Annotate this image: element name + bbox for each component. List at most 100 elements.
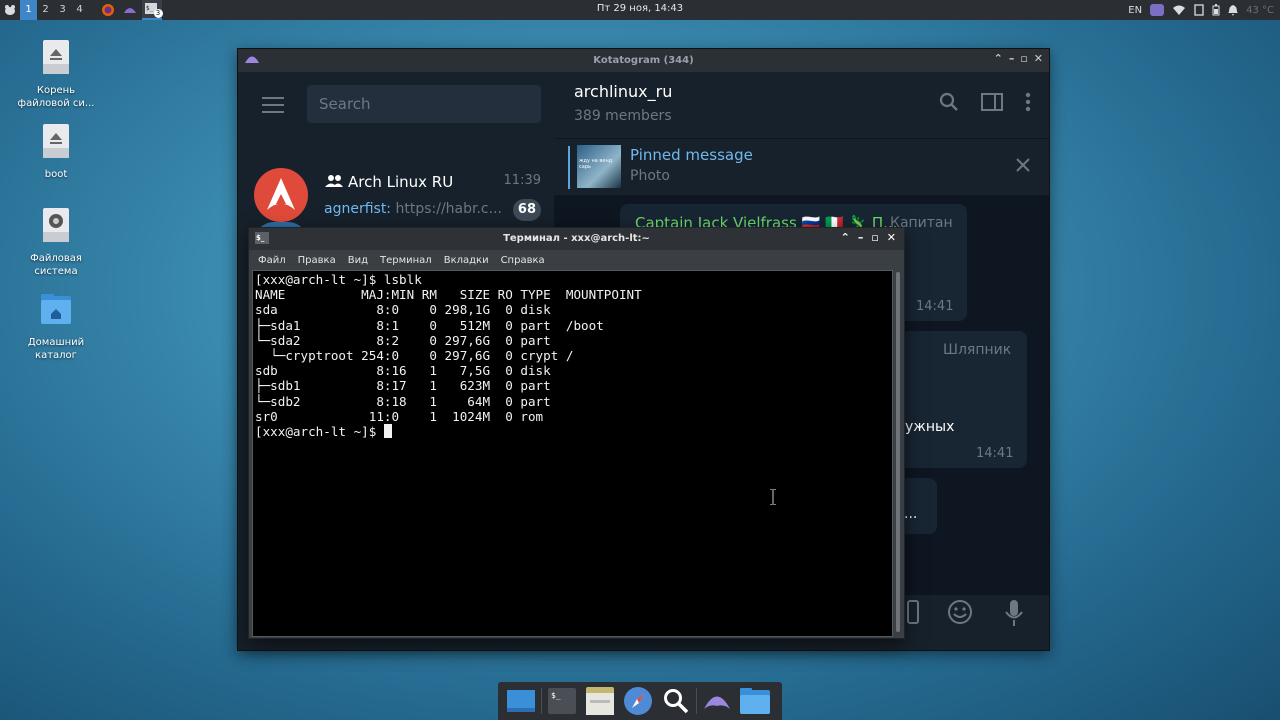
dock-app-finder[interactable]: [657, 682, 695, 720]
show-desktop-button[interactable]: [502, 682, 540, 720]
message-bubble[interactable]: ...: [900, 478, 937, 534]
window-title: Терминал - xxx@arch-lt:~: [503, 233, 650, 244]
dock-separator: [696, 688, 697, 714]
battery-icon[interactable]: [1212, 4, 1220, 16]
message-time: 14:41: [976, 446, 1014, 461]
temperature: 43 °C: [1246, 4, 1274, 16]
dock-file-manager[interactable]: [581, 682, 619, 720]
dock-web-browser[interactable]: [619, 682, 657, 720]
chat-header[interactable]: archlinux_ru 389 members: [554, 72, 1049, 138]
pinned-title: Pinned message: [630, 146, 753, 164]
terminal-line: └─sdb2 8:18 1 64M 0 part: [255, 393, 551, 409]
menu-edit[interactable]: Правка: [298, 255, 336, 266]
microphone-icon[interactable]: [1004, 599, 1024, 627]
desktop-icon-root-filesystem[interactable]: Корень файловой си...: [11, 40, 101, 110]
member-count: 389 members: [574, 108, 672, 124]
whisker-menu-icon[interactable]: [0, 0, 20, 20]
workspace-2[interactable]: 2: [37, 0, 54, 20]
group-icon: [325, 175, 343, 187]
workspace-1[interactable]: 1: [20, 0, 37, 20]
close-icon[interactable]: [1015, 157, 1031, 173]
terminal-prompt-line: [xxx@arch-lt ~]$: [255, 423, 890, 439]
message-text: ...: [904, 506, 918, 522]
workspace-3[interactable]: 3: [54, 0, 71, 20]
maximize-button[interactable]: ▫: [1020, 52, 1027, 65]
menu-view[interactable]: Вид: [348, 255, 368, 266]
keep-above-icon[interactable]: ⌃: [841, 231, 850, 244]
terminal-titlebar[interactable]: $_ Терминал - xxx@arch-lt:~ ⌃ – ▫ ✕: [249, 228, 904, 250]
drive-eject-icon: [43, 124, 69, 158]
maximize-button[interactable]: ▫: [871, 231, 878, 244]
chat-name: Arch Linux RU: [348, 173, 454, 191]
chat-title: archlinux_ru: [574, 82, 673, 101]
preview-sender: agnerfist:: [324, 201, 392, 217]
notification-badge-icon: 3: [153, 9, 163, 18]
pinned-accent-bar: [568, 146, 570, 189]
terminal-taskbar-button[interactable]: $_ 3: [142, 0, 163, 20]
web-browser-icon: [624, 687, 652, 715]
menu-icon[interactable]: [262, 97, 284, 118]
terminal-line: └─sda2 8:2 0 297,6G 0 part: [255, 332, 551, 348]
desktop-icon-filesystem[interactable]: Файловая система: [11, 208, 101, 278]
keyboard-layout[interactable]: EN: [1128, 5, 1142, 16]
top-panel: 1 2 3 4 $_ 3 Пт 29 ноя, 14:43 EN 43 °C: [0, 0, 1280, 20]
message-text: ужных: [905, 419, 955, 435]
desktop-icon-boot[interactable]: boot: [11, 124, 101, 181]
unread-badge: 68: [512, 199, 541, 221]
close-button[interactable]: ✕: [887, 231, 896, 244]
window-title: Kotatogram (344): [593, 55, 694, 66]
terminal-line: ├─sdb1 8:17 1 623M 0 part: [255, 378, 551, 394]
minimize-button[interactable]: –: [858, 231, 864, 244]
scrollbar-thumb[interactable]: [896, 272, 900, 632]
close-button[interactable]: ✕: [1034, 52, 1043, 65]
workspace-4[interactable]: 4: [71, 0, 88, 20]
minimize-button[interactable]: –: [1009, 52, 1015, 65]
desktop-icon-label: Корень файловой си...: [17, 85, 95, 109]
firefox-icon[interactable]: [98, 0, 118, 20]
desktop-icon-label: boot: [44, 169, 68, 180]
drive-eject-icon: [43, 40, 69, 74]
wifi-icon[interactable]: [1172, 4, 1186, 16]
terminal-line: └─cryptroot 254:0 0 297,6G 0 crypt /: [255, 347, 574, 363]
clock[interactable]: Пт 29 ноя, 14:43: [0, 3, 1280, 14]
terminal-line: NAME MAJ:MIN RM SIZE RO TYPE MOUNTPOINT: [255, 287, 642, 303]
pinned-message[interactable]: жду на венд сарь Pinned message Photo: [554, 138, 1049, 195]
svg-text:$_: $_: [146, 5, 154, 12]
chat-list-item[interactable]: Arch Linux RU 11:39 agnerfist: https://h…: [238, 156, 554, 226]
arch-linux-logo-icon: [267, 178, 295, 210]
sidebar-toggle-icon[interactable]: [981, 92, 1003, 112]
menu-help[interactable]: Справка: [501, 255, 545, 266]
scrollbar[interactable]: [894, 270, 902, 637]
dock-terminal[interactable]: $_: [543, 682, 581, 720]
menu-tabs[interactable]: Вкладки: [444, 255, 489, 266]
message-bubble[interactable]: Шляпник ужных 14:41: [900, 331, 1027, 468]
terminal-menubar: Файл Правка Вид Терминал Вкладки Справка: [249, 250, 904, 270]
message-time: 14:41: [916, 299, 954, 314]
terminal-output[interactable]: [xxx@arch-lt ~]$ lsblk NAME MAJ:MIN RM S…: [252, 270, 893, 637]
menu-terminal[interactable]: Терминал: [380, 255, 432, 266]
clipboard-icon[interactable]: [1194, 4, 1204, 16]
keep-above-icon[interactable]: ⌃: [994, 52, 1003, 65]
chat-preview: agnerfist: https://habr.c...: [324, 201, 502, 217]
member-role: Шляпник: [943, 342, 1012, 358]
desktop-icon-label: Файловая система: [30, 253, 82, 277]
ibeam-cursor-icon: [770, 489, 776, 505]
kotatogram-icon[interactable]: [120, 0, 140, 20]
telegram-titlebar[interactable]: Kotatogram (344) ⌃ – ▫ ✕: [238, 49, 1049, 72]
hard-disk-icon: [43, 208, 69, 242]
show-desktop-icon: [507, 690, 535, 712]
search-icon[interactable]: [939, 92, 959, 112]
attach-icon[interactable]: [906, 599, 920, 625]
dock-home-folder[interactable]: [736, 682, 774, 720]
bell-icon[interactable]: [1228, 4, 1239, 16]
more-options-icon[interactable]: [1025, 92, 1031, 112]
dock-kotatogram[interactable]: [698, 682, 736, 720]
menu-file[interactable]: Файл: [258, 255, 286, 266]
desktop-icon-home[interactable]: Домашний каталог: [11, 292, 101, 362]
dock-separator: [541, 688, 542, 714]
kotatogram-tray-icon[interactable]: [1150, 4, 1165, 16]
terminal-line: sdb 8:16 1 7,5G 0 disk: [255, 363, 551, 379]
search-input[interactable]: Search: [307, 85, 541, 123]
emoji-icon[interactable]: [947, 599, 973, 625]
chat-time: 11:39: [503, 173, 541, 188]
